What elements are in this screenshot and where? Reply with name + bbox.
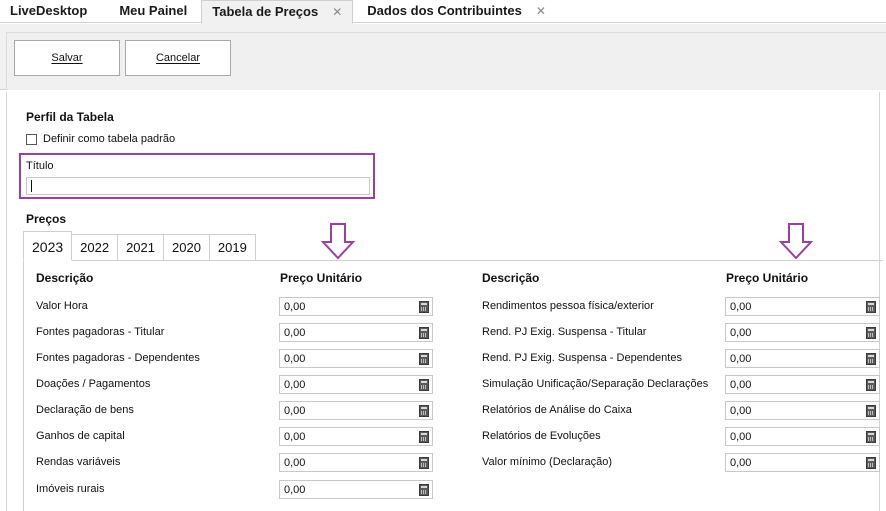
list-item: Fontes pagadoras - Titular: [36, 326, 165, 338]
calculator-icon[interactable]: [866, 457, 876, 469]
default-table-checkbox[interactable]: [26, 133, 37, 145]
right-price-header: Preço Unitário: [726, 271, 809, 285]
down-arrow-icon: [320, 223, 356, 260]
calculator-icon[interactable]: [419, 327, 429, 339]
title-input[interactable]: [26, 177, 370, 195]
list-item: Declaração de bens: [36, 404, 134, 416]
year-tab-2019[interactable]: 2019: [209, 234, 256, 261]
price-value: 0,00: [730, 301, 752, 313]
profile-section-title: Perfil da Tabela: [26, 110, 114, 124]
calculator-icon[interactable]: [866, 353, 876, 365]
tab-meu-painel[interactable]: Meu Painel: [97, 0, 201, 23]
close-icon[interactable]: ✕: [536, 4, 546, 18]
price-value: 0,00: [284, 327, 306, 339]
tab-livedesktop[interactable]: LiveDesktop: [0, 0, 97, 23]
tab-label: LiveDesktop: [10, 3, 88, 18]
calculator-icon[interactable]: [419, 301, 429, 313]
title-label: Título: [26, 160, 54, 172]
calculator-icon[interactable]: [419, 379, 429, 391]
price-value: 0,00: [730, 405, 752, 417]
save-button[interactable]: Salvar: [14, 40, 120, 76]
calculator-icon[interactable]: [419, 457, 429, 469]
price-value: 0,00: [730, 379, 752, 391]
price-value: 0,00: [284, 457, 306, 469]
price-value: 0,00: [284, 301, 306, 313]
price-input[interactable]: 0,00: [279, 401, 433, 420]
list-item: Relatórios de Evoluções: [482, 430, 601, 442]
list-item: Rendas variáveis: [36, 456, 121, 468]
list-item: Imóveis rurais: [36, 483, 105, 495]
price-input[interactable]: 0,00: [279, 453, 433, 472]
list-item: Ganhos de capital: [36, 430, 125, 442]
price-value: 0,00: [730, 327, 752, 339]
calculator-icon[interactable]: [419, 353, 429, 365]
title-highlight-box: Título: [19, 153, 375, 199]
year-tab-2020[interactable]: 2020: [164, 234, 210, 261]
year-tab-2023[interactable]: 2023: [23, 231, 73, 261]
price-input[interactable]: 0,00: [279, 297, 433, 316]
price-value: 0,00: [730, 457, 752, 469]
calculator-icon[interactable]: [866, 301, 876, 313]
price-value: 0,00: [284, 379, 306, 391]
tab-label: Meu Painel: [119, 3, 188, 18]
document-tab-bar: LiveDesktop Meu Painel Tabela de Preços ✕…: [0, 0, 886, 24]
price-value: 0,00: [284, 353, 306, 365]
list-item: Valor mínimo (Declaração): [482, 456, 613, 468]
cancel-button[interactable]: Cancelar: [125, 40, 231, 76]
prices-section-title: Preços: [26, 212, 67, 226]
left-price-header: Preço Unitário: [280, 271, 363, 285]
year-tab-2022[interactable]: 2022: [72, 234, 119, 261]
price-value: 0,00: [284, 405, 306, 417]
list-item: Relatórios de Análise do Caixa: [482, 404, 632, 416]
price-input[interactable]: 0,00: [725, 375, 880, 394]
calculator-icon[interactable]: [419, 484, 429, 496]
close-icon[interactable]: ✕: [332, 5, 342, 19]
price-input[interactable]: 0,00: [725, 323, 880, 342]
list-item: Simulação Unificação/Separação Declaraçõ…: [482, 378, 709, 390]
calculator-icon[interactable]: [866, 379, 876, 391]
default-table-checkbox-row[interactable]: Definir como tabela padrão: [26, 133, 175, 145]
tab-dados-dos-contribuintes[interactable]: Dados dos Contribuintes ✕: [353, 0, 556, 23]
price-input[interactable]: 0,00: [279, 349, 433, 368]
calculator-icon[interactable]: [866, 405, 876, 417]
list-item: Valor Hora: [36, 300, 88, 312]
calculator-icon[interactable]: [419, 405, 429, 417]
tab-label: Dados dos Contribuintes: [367, 3, 522, 18]
price-input[interactable]: 0,00: [725, 349, 880, 368]
price-input[interactable]: 0,00: [725, 427, 880, 446]
right-description-header: Descrição: [482, 271, 540, 285]
left-description-header: Descrição: [36, 271, 94, 285]
calculator-icon[interactable]: [419, 431, 429, 443]
price-input[interactable]: 0,00: [725, 297, 880, 316]
list-item: Rendimentos pessoa física/exterior: [482, 300, 654, 312]
list-item: Fontes pagadoras - Dependentes: [36, 352, 200, 364]
list-item: Doações / Pagamentos: [36, 378, 151, 390]
price-input[interactable]: 0,00: [725, 401, 880, 420]
price-value: 0,00: [284, 431, 306, 443]
price-input[interactable]: 0,00: [725, 453, 880, 472]
down-arrow-icon: [778, 223, 814, 260]
price-value: 0,00: [730, 431, 752, 443]
price-input[interactable]: 0,00: [279, 480, 433, 499]
price-input[interactable]: 0,00: [279, 323, 433, 342]
price-value: 0,00: [730, 353, 752, 365]
calculator-icon[interactable]: [866, 327, 876, 339]
list-item: Rend. PJ Exig. Suspensa - Dependentes: [482, 352, 682, 364]
list-item: Rend. PJ Exig. Suspensa - Titular: [482, 326, 647, 338]
tab-label: Tabela de Preços: [212, 4, 319, 19]
default-table-checkbox-label: Definir como tabela padrão: [43, 133, 176, 145]
text-caret: [31, 180, 32, 192]
price-input[interactable]: 0,00: [279, 375, 433, 394]
year-tab-2021[interactable]: 2021: [118, 234, 164, 261]
year-tabs: 2023 2022 2021 2020 2019: [23, 231, 256, 261]
price-value: 0,00: [284, 484, 306, 496]
calculator-icon[interactable]: [866, 431, 876, 443]
price-input[interactable]: 0,00: [279, 427, 433, 446]
tab-tabela-de-precos[interactable]: Tabela de Preços ✕: [201, 0, 354, 24]
